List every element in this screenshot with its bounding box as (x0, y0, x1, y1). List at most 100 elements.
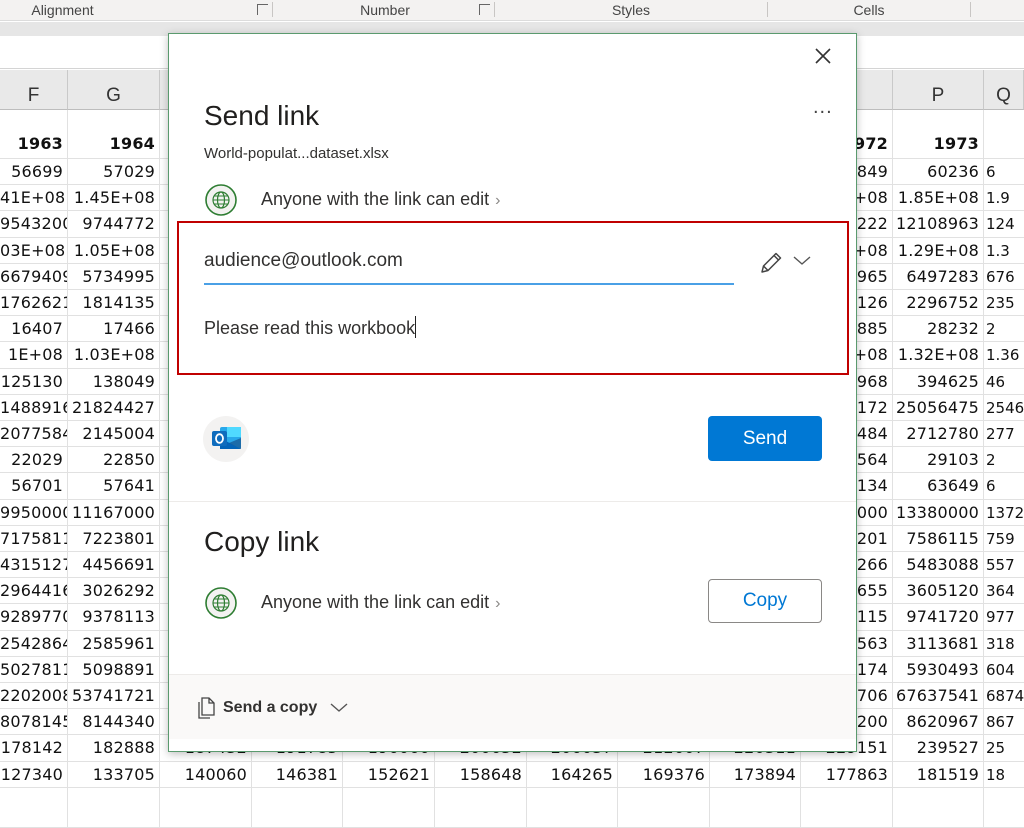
table-cell[interactable]: 318 (984, 631, 1024, 657)
table-cell[interactable]: 29103 (893, 447, 984, 474)
table-cell[interactable]: 22850 (68, 447, 160, 474)
table-cell[interactable]: 394625 (893, 368, 984, 395)
table-cell[interactable]: 2202008 (0, 683, 68, 710)
link-permission-setting[interactable]: Anyone with the link can edit › (261, 189, 500, 210)
table-cell[interactable]: 2145004 (68, 421, 160, 448)
table-cell[interactable]: 3026292 (68, 578, 160, 605)
table-cell[interactable]: 1372 (984, 500, 1024, 526)
table-cell[interactable]: 1.85E+08 (893, 185, 984, 212)
table-cell[interactable]: 140060 (160, 761, 252, 788)
table-cell[interactable]: 2296752 (893, 290, 984, 317)
table-cell[interactable]: 5483088 (893, 552, 984, 579)
table-cell[interactable]: 1.03E+08 (68, 342, 160, 369)
table-cell[interactable]: 25056475 (893, 394, 984, 421)
table-cell[interactable]: 56701 (0, 473, 68, 500)
table-cell[interactable]: 57029 (68, 159, 160, 186)
table-cell[interactable]: 57641 (68, 473, 160, 500)
message-input[interactable]: Please read this workbook (204, 316, 417, 339)
table-cell[interactable]: 1.32E+08 (893, 342, 984, 369)
table-cell[interactable]: 8144340 (68, 709, 160, 736)
copy-button[interactable]: Copy (708, 579, 822, 623)
table-cell[interactable]: 3605120 (893, 578, 984, 605)
table-cell[interactable]: 3113681 (893, 630, 984, 657)
table-cell[interactable]: 9744772 (68, 211, 160, 238)
table-cell[interactable]: 25 (984, 735, 1024, 762)
table-cell[interactable]: 2712780 (893, 421, 984, 448)
table-cell[interactable]: 235 (984, 290, 1024, 317)
table-cell[interactable]: 173894 (710, 761, 801, 788)
outlook-icon[interactable] (203, 416, 249, 462)
chevron-down-icon[interactable] (792, 253, 812, 267)
table-cell[interactable]: 277 (984, 421, 1024, 448)
table-cell[interactable]: 67637541 (893, 683, 984, 710)
table-cell[interactable]: 138049 (68, 368, 160, 395)
table-cell[interactable] (435, 787, 527, 828)
table-cell[interactable]: 2546 (984, 395, 1024, 421)
table-cell[interactable]: 604 (984, 657, 1024, 683)
column-header-f[interactable]: F (0, 70, 68, 110)
table-cell[interactable]: 867 (984, 709, 1024, 736)
table-cell[interactable]: 5098891 (68, 656, 160, 683)
column-header-q[interactable]: Q (984, 70, 1024, 110)
table-cell[interactable]: 364 (984, 578, 1024, 605)
table-cell[interactable]: 152621 (343, 761, 435, 788)
pencil-icon[interactable] (758, 250, 784, 276)
table-cell[interactable]: 125130 (0, 368, 68, 395)
table-cell[interactable]: 1488916 (0, 394, 68, 421)
table-cell[interactable]: 1.36 (984, 342, 1024, 369)
column-header-g[interactable]: G (68, 70, 160, 110)
table-cell[interactable]: 2542864 (0, 630, 68, 657)
year-header-cell[interactable] (984, 110, 1024, 159)
table-cell[interactable]: 1.9 (984, 185, 1024, 212)
table-cell[interactable]: 2585961 (68, 630, 160, 657)
table-cell[interactable] (0, 787, 68, 828)
year-header-cell[interactable]: 1973 (893, 110, 984, 159)
table-cell[interactable]: 124 (984, 211, 1024, 238)
table-cell[interactable]: 1.29E+08 (893, 237, 984, 264)
table-cell[interactable]: 21824427 (68, 394, 160, 421)
table-cell[interactable]: 158648 (435, 761, 527, 788)
table-cell[interactable]: 17466 (68, 316, 160, 343)
table-cell[interactable]: 13380000 (893, 499, 984, 526)
table-cell[interactable]: 16407 (0, 316, 68, 343)
send-button[interactable]: Send (708, 416, 822, 461)
year-header-cell[interactable]: 1963 (0, 110, 68, 159)
table-cell[interactable] (984, 788, 1024, 828)
table-cell[interactable]: 8620967 (893, 709, 984, 736)
table-cell[interactable]: 53741721 (68, 683, 160, 710)
table-cell[interactable]: 169376 (618, 761, 710, 788)
table-cell[interactable]: 6 (984, 473, 1024, 500)
table-cell[interactable] (252, 787, 343, 828)
table-cell[interactable]: 1.45E+08 (68, 185, 160, 212)
table-cell[interactable]: 1E+08 (0, 342, 68, 369)
table-cell[interactable]: 6497283 (893, 263, 984, 290)
table-cell[interactable]: 177863 (801, 761, 893, 788)
table-cell[interactable]: 2964416 (0, 578, 68, 605)
table-cell[interactable]: 9741720 (893, 604, 984, 631)
table-cell[interactable] (68, 787, 160, 828)
table-cell[interactable] (343, 787, 435, 828)
table-cell[interactable]: 8078145 (0, 709, 68, 736)
table-cell[interactable]: 557 (984, 552, 1024, 579)
table-cell[interactable] (160, 787, 252, 828)
table-cell[interactable]: 676 (984, 264, 1024, 290)
table-cell[interactable]: 60236 (893, 159, 984, 186)
table-cell[interactable]: 2077584 (0, 421, 68, 448)
table-cell[interactable]: 63649 (893, 473, 984, 500)
table-cell[interactable]: 6874 (984, 683, 1024, 710)
table-cell[interactable]: 4315127 (0, 552, 68, 579)
table-cell[interactable]: 9950000 (0, 499, 68, 526)
table-cell[interactable]: 5734995 (68, 263, 160, 290)
table-cell[interactable] (801, 787, 893, 828)
table-cell[interactable]: 7223801 (68, 525, 160, 552)
table-cell[interactable]: 1.05E+08 (68, 237, 160, 264)
table-cell[interactable]: 9289770 (0, 604, 68, 631)
table-cell[interactable]: 18 (984, 762, 1024, 788)
table-cell[interactable]: 11167000 (68, 499, 160, 526)
table-cell[interactable]: 133705 (68, 761, 160, 788)
table-cell[interactable]: 239527 (893, 735, 984, 762)
table-cell[interactable]: 182888 (68, 735, 160, 762)
table-cell[interactable] (710, 787, 801, 828)
number-launcher-icon[interactable] (479, 4, 490, 15)
table-cell[interactable]: 1814135 (68, 290, 160, 317)
